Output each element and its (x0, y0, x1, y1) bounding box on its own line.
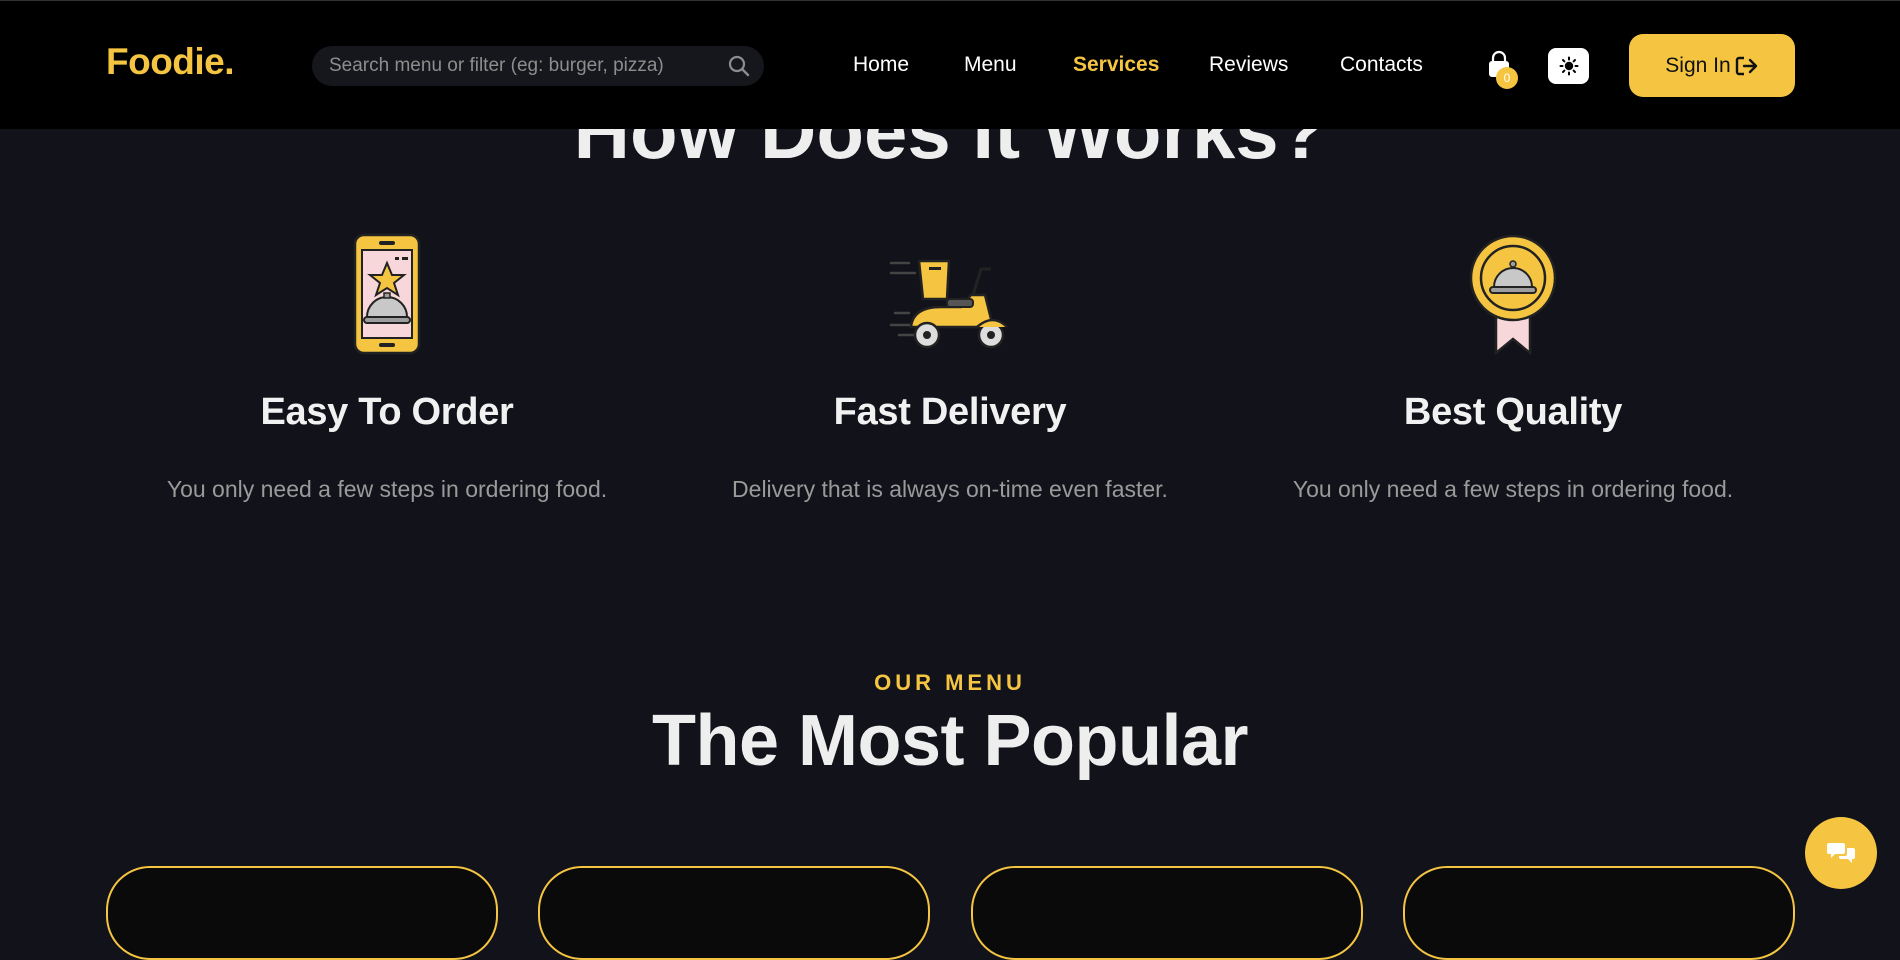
quality-badge-icon (1469, 234, 1557, 355)
feature-title: Best Quality (1403, 391, 1623, 433)
feature-description: Delivery that is always on-time even fas… (732, 476, 1168, 502)
feature-title: Fast Delivery (833, 391, 1067, 433)
sign-in-label: Sign In (1665, 53, 1731, 77)
phone-order-icon (353, 233, 421, 355)
chat-icon (1827, 843, 1855, 863)
chat-button[interactable] (1805, 817, 1877, 889)
sun-icon (1559, 56, 1578, 76)
cart-count-badge: 0 (1496, 67, 1518, 89)
menu-card[interactable] (106, 866, 498, 960)
nav-home[interactable]: Home (853, 53, 909, 77)
menu-card[interactable] (971, 866, 1363, 960)
menu-eyebrow: OUR MENU (874, 670, 1026, 695)
sign-in-icon (1735, 56, 1757, 75)
feature-title: Easy To Order (260, 391, 514, 433)
feature-easy-to-order: Easy To Order You only need a few steps … (117, 230, 657, 503)
feature-fast-delivery: Fast Delivery Delivery that is always on… (680, 230, 1220, 503)
menu-card[interactable] (1403, 866, 1795, 960)
nav-menu[interactable]: Menu (964, 53, 1017, 77)
nav-reviews[interactable]: Reviews (1209, 53, 1288, 77)
nav-contacts[interactable]: Contacts (1340, 53, 1423, 77)
menu-section-title: The Most Popular (651, 701, 1249, 781)
delivery-scooter-icon (889, 259, 1008, 349)
feature-description: You only need a few steps in ordering fo… (1292, 476, 1734, 502)
main-nav: Home Menu Services Reviews Contacts (0, 53, 1900, 83)
nav-services[interactable]: Services (1073, 53, 1159, 77)
feature-description: You only need a few steps in ordering fo… (166, 476, 608, 502)
menu-card[interactable] (538, 866, 930, 960)
site-header: Foodie. Home Menu Services Reviews Conta… (0, 0, 1900, 129)
theme-toggle-button[interactable] (1548, 48, 1589, 84)
feature-best-quality: Best Quality You only need a few steps i… (1243, 230, 1783, 503)
sign-in-button[interactable]: Sign In (1629, 34, 1795, 97)
